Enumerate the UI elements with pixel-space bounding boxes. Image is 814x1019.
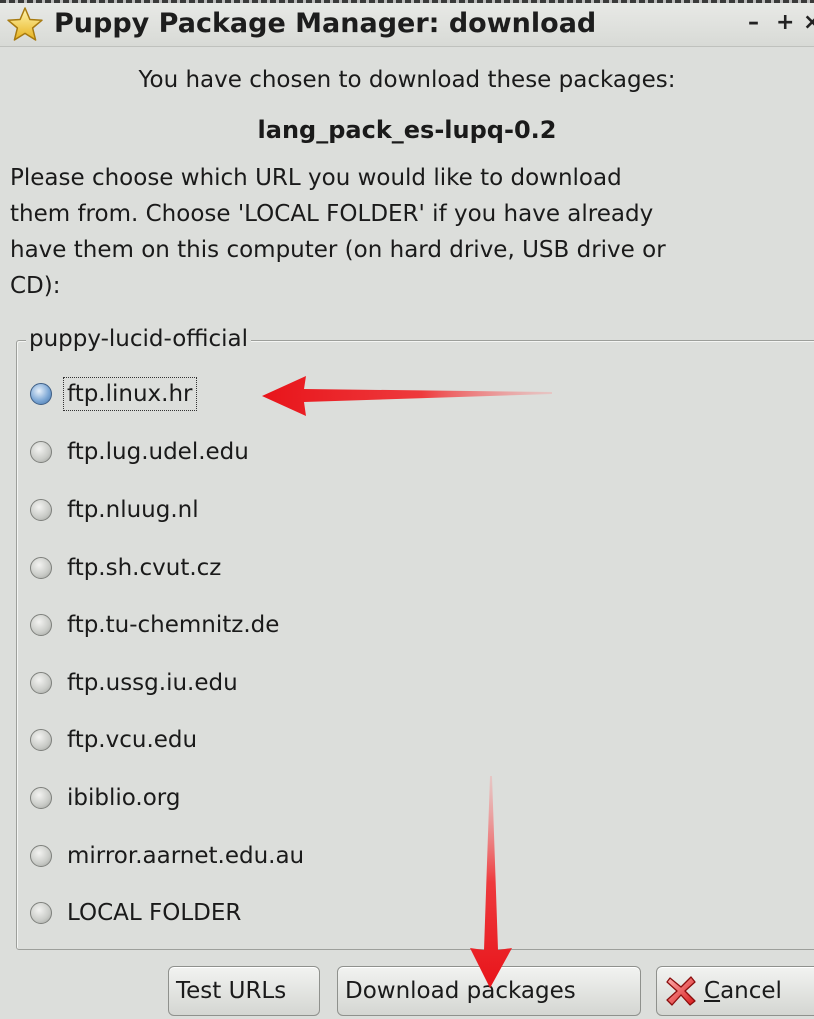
title-bar[interactable]: Puppy Package Manager: download – + × [0,0,814,47]
mirror-option-label: ftp.nluug.nl [67,497,199,523]
cancel-button[interactable]: Cancel [656,966,814,1016]
mirror-option-mirror-aarnet-edu-au[interactable]: mirror.aarnet.edu.au [30,832,307,880]
radio-button[interactable] [30,672,52,694]
star-icon [7,7,43,41]
mirror-option-label: ftp.linux.hr [63,377,197,411]
instructions-text: Please choose which URL you would like t… [10,165,666,299]
radio-button[interactable] [30,902,52,924]
mirror-option-ftp-nluug-nl[interactable]: ftp.nluug.nl [30,486,202,534]
mirror-option-label: ibiblio.org [67,785,181,811]
title-bar-top-strip [0,0,814,3]
cancel-x-icon [666,976,696,1006]
mirror-option-ibiblio-org[interactable]: ibiblio.org [30,774,183,822]
mirror-group-label: puppy-lucid-official [26,324,252,354]
radio-button[interactable] [30,557,52,579]
mirror-option-label: ftp.ussg.iu.edu [67,670,238,696]
cancel-mnemonic: C [704,978,721,1004]
close-button[interactable]: × [803,8,814,38]
radio-button[interactable] [30,383,52,405]
maximize-button[interactable]: + [776,8,794,38]
radio-button[interactable] [30,614,52,636]
mirror-option-ftp-linux-hr[interactable]: ftp.linux.hr [30,370,197,418]
radio-button[interactable] [30,845,52,867]
window-title: Puppy Package Manager: download [54,8,597,39]
mirror-option-label: ftp.vcu.edu [67,727,198,753]
mirror-option-label: ftp.sh.cvut.cz [67,555,222,581]
radio-button[interactable] [30,787,52,809]
test-urls-button[interactable]: Test URLs [168,966,320,1016]
mirror-option-ftp-vcu-edu[interactable]: ftp.vcu.edu [30,716,200,764]
download-dialog-window: Puppy Package Manager: download – + × Yo… [0,0,814,1019]
mirror-option-local-folder[interactable]: LOCAL FOLDER [30,889,244,937]
radio-button[interactable] [30,499,52,521]
minimize-button[interactable]: – [748,8,759,38]
mirror-option-label: mirror.aarnet.edu.au [67,843,305,869]
mirror-option-ftp-sh-cvut-cz[interactable]: ftp.sh.cvut.cz [30,544,224,592]
intro-text: You have chosen to download these packag… [138,67,676,93]
mirror-option-ftp-tu-chemnitz-de[interactable]: ftp.tu-chemnitz.de [30,601,282,649]
mirror-option-label: ftp.tu-chemnitz.de [67,612,280,638]
mirror-option-ftp-lug-udel-edu[interactable]: ftp.lug.udel.edu [30,428,252,476]
mirror-option-label: ftp.lug.udel.edu [67,439,249,465]
package-name: lang_pack_es-lupq-0.2 [257,116,557,144]
radio-button[interactable] [30,441,52,463]
mirror-option-ftp-ussg-iu-edu[interactable]: ftp.ussg.iu.edu [30,659,241,707]
radio-button[interactable] [30,729,52,751]
download-packages-button[interactable]: Download packages [337,966,641,1016]
mirror-option-label: LOCAL FOLDER [67,900,242,926]
cancel-label: ancel [720,978,782,1004]
